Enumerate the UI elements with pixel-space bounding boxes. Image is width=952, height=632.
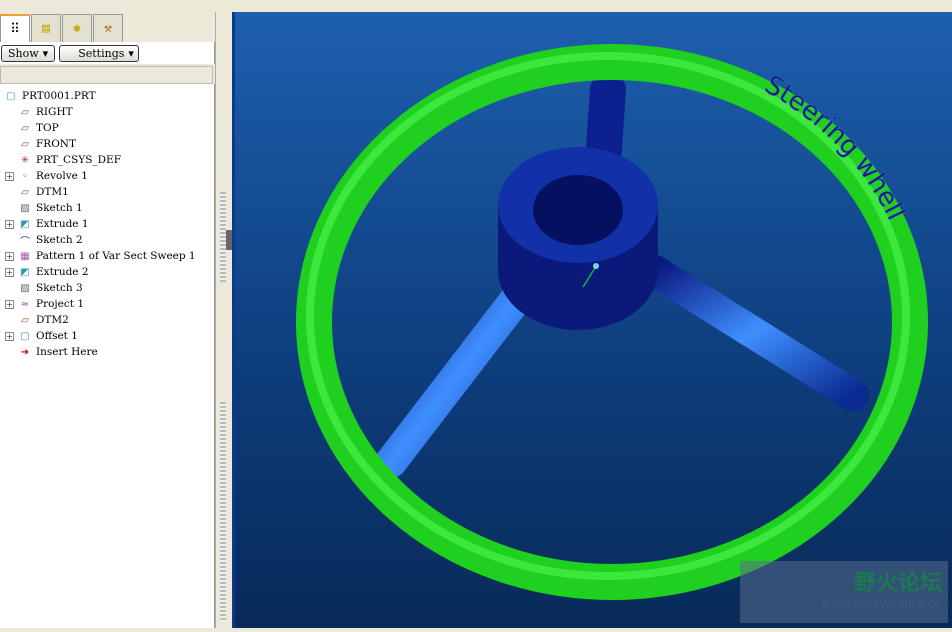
datum-plane-icon: ▱ [21, 106, 29, 118]
tree-item-label: TOP [36, 122, 59, 134]
panel-tabs: ⠿ ▤ ✱ ⚒ [0, 12, 215, 42]
steering-wheel-model: Steering whell [296, 44, 928, 600]
tree-item[interactable]: + ◦ Revolve 1 [0, 168, 214, 184]
caret-down-icon: ▾ [128, 46, 134, 60]
tree-item[interactable]: + ◩ Extrude 1 [0, 216, 214, 232]
tree-item[interactable]: + ▢ Offset 1 [0, 328, 214, 344]
project-icon: ≈ [20, 298, 30, 310]
tree-item[interactable]: ▨ Sketch 1 [0, 200, 214, 216]
tree-item-label: Offset 1 [36, 330, 78, 342]
offset-icon: ▢ [20, 330, 30, 342]
watermark: 野火论坛 www.proewildfire.cn [740, 561, 948, 623]
pattern-icon: ▦ [20, 250, 30, 262]
revolve-icon: ◦ [22, 170, 28, 182]
tree-item-label: PRT0001.PRT [22, 90, 96, 102]
tree-item[interactable]: + ◩ Extrude 2 [0, 264, 214, 280]
datum-plane-icon: ▱ [21, 314, 29, 326]
datum-plane-icon: ▱ [21, 122, 29, 134]
tree-item[interactable]: ▱ RIGHT [0, 104, 214, 120]
sketch-icon: ▨ [20, 282, 30, 294]
caret-down-icon: ▾ [42, 46, 49, 60]
expand-icon[interactable]: + [5, 219, 14, 229]
sketch-icon: ▨ [20, 202, 30, 214]
tree-item[interactable]: ➜ Insert Here [0, 344, 214, 360]
tree-item[interactable]: ▱ DTM2 [0, 312, 214, 328]
hammer-folder-icon: ⚒ [104, 21, 112, 36]
model-tree: ▢ PRT0001.PRT ▱ RIGHT ▱ TOP ▱ FRONT ✳ PRT_CSYS_DE… [0, 84, 215, 628]
favorites-folder-icon: ✱ [73, 21, 81, 36]
tree-item-label: Extrude 2 [36, 266, 89, 278]
expand-icon[interactable]: + [5, 299, 14, 309]
main-toolbar [0, 0, 952, 12]
tree-item-label: RIGHT [36, 106, 73, 118]
insert-arrow-icon: ➜ [20, 346, 30, 358]
expand-icon[interactable]: + [5, 331, 14, 341]
settings-button[interactable]: Settings ▾ [59, 44, 139, 62]
tree-item-label: DTM1 [36, 186, 69, 198]
tree-item[interactable]: ⌒ Sketch 2 [0, 232, 214, 248]
tree-item[interactable]: ▱ TOP [0, 120, 214, 136]
tree-item-label: Insert Here [36, 346, 98, 358]
expand-icon[interactable]: + [5, 251, 14, 261]
wheel-text: Steering whell [760, 70, 911, 225]
tree-item-label: Extrude 1 [36, 218, 89, 230]
tree-item-label: Project 1 [36, 298, 84, 310]
panel-splitter[interactable] [215, 12, 232, 628]
extrude-icon: ◩ [20, 218, 30, 230]
expand-icon[interactable]: + [5, 267, 14, 277]
tree-item[interactable]: ✳ PRT_CSYS_DEF [0, 152, 214, 168]
datum-plane-icon: ▱ [21, 138, 29, 150]
tree-item[interactable]: ▢ PRT0001.PRT [0, 88, 214, 104]
csys-icon: ✳ [20, 154, 30, 166]
spoke-left [375, 274, 539, 478]
sketch-curve-icon: ⌒ [20, 236, 30, 248]
tab-model-tree[interactable]: ⠿ [0, 14, 30, 42]
tab-folder-browser[interactable]: ▤ [31, 14, 61, 42]
graphics-viewport[interactable]: Steering whell [232, 12, 952, 628]
part-icon: ▢ [6, 90, 16, 102]
folders-icon: ▤ [42, 21, 50, 36]
tree-item-label: Sketch 1 [36, 202, 83, 214]
model-tree-panel: ⠿ ▤ ✱ ⚒ Show ▾ Settings ▾ ▢ PRT0001.PRT ▱ RIG… [0, 12, 215, 628]
extrude-icon: ◩ [20, 266, 30, 278]
tree-item-label: Sketch 3 [36, 282, 83, 294]
tree-item-label: PRT_CSYS_DEF [36, 154, 122, 166]
tab-favorites[interactable]: ✱ [62, 14, 92, 42]
tree-item-label: Pattern 1 of Var Sect Sweep 1 [36, 250, 196, 262]
show-button[interactable]: Show ▾ [1, 44, 56, 62]
tree-item[interactable]: + ≈ Project 1 [0, 296, 214, 312]
tree-column-header [0, 66, 213, 84]
tree-item-label: FRONT [36, 138, 76, 150]
tree-item[interactable]: + ▦ Pattern 1 of Var Sect Sweep 1 [0, 248, 214, 264]
spoke-right [637, 254, 869, 411]
expand-icon[interactable]: + [5, 171, 14, 181]
tree-item[interactable]: ▱ FRONT [0, 136, 214, 152]
datum-plane-icon: ▱ [21, 186, 29, 198]
tree-item-label: Sketch 2 [36, 234, 83, 246]
tree-item-label: Revolve 1 [36, 170, 88, 182]
tree-item[interactable]: ▱ DTM1 [0, 184, 214, 200]
tree-item-label: DTM2 [36, 314, 69, 326]
tree-item[interactable]: ▨ Sketch 3 [0, 280, 214, 296]
model-tree-icon: ⠿ [10, 21, 20, 37]
tab-connections[interactable]: ⚒ [93, 14, 123, 42]
